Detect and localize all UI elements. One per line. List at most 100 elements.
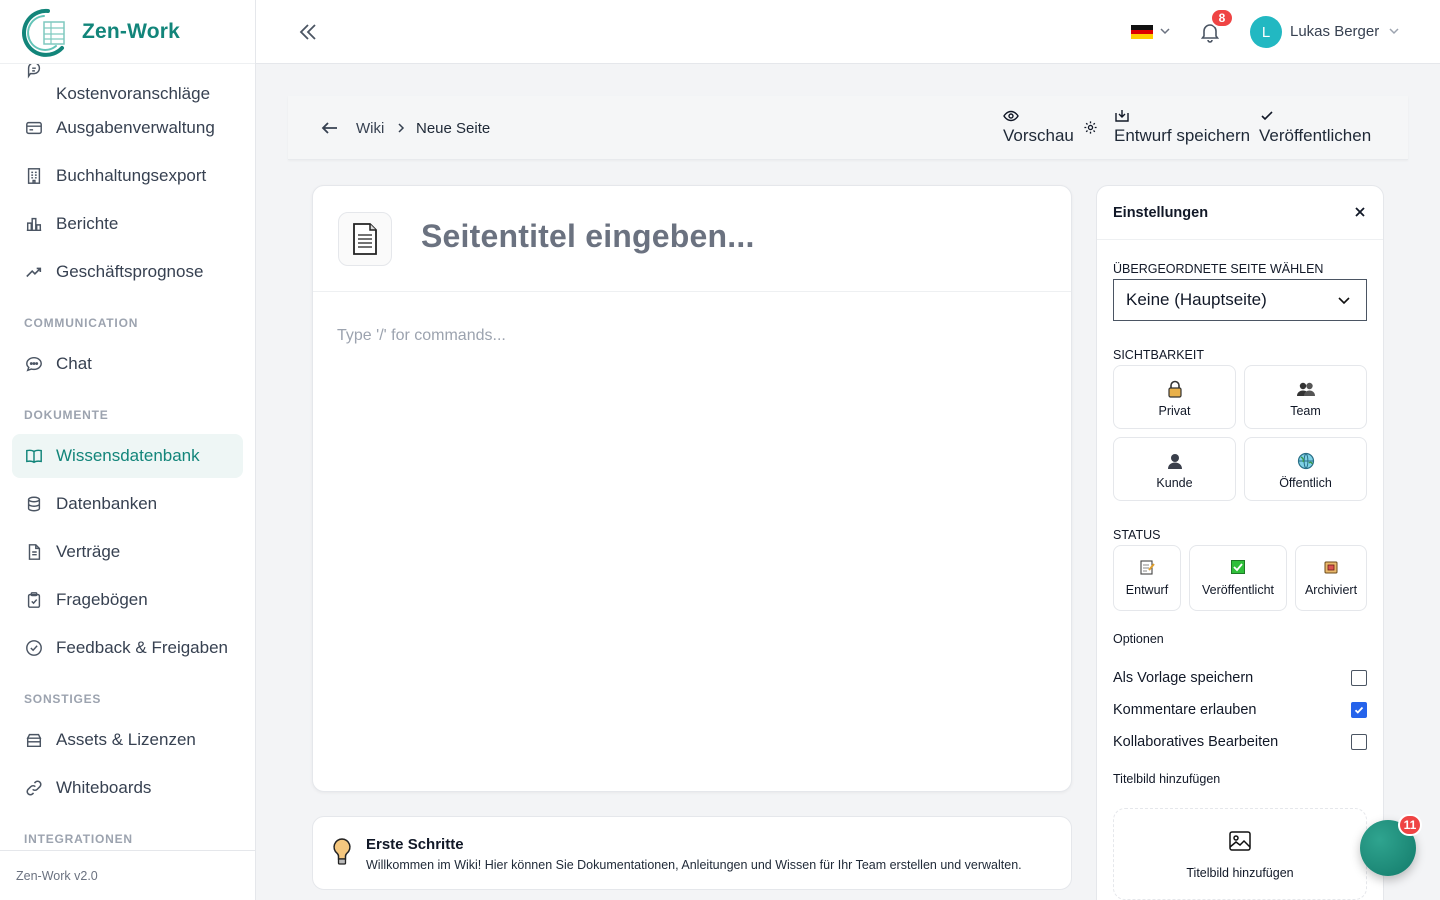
parent-page-select[interactable]: Keine (Hauptseite) bbox=[1113, 279, 1367, 321]
options-label: Optionen bbox=[1113, 632, 1164, 646]
sidebar-item-buchhaltungsexport[interactable]: Buchhaltungsexport bbox=[12, 154, 243, 198]
sidebar-item-label: Datenbanken bbox=[56, 494, 158, 513]
status-published[interactable]: Veröffentlicht bbox=[1189, 545, 1287, 611]
publish-button[interactable]: Veröffentlichen bbox=[1259, 108, 1371, 146]
title-row: Seitentitel eingeben... bbox=[313, 186, 1071, 292]
sidebar-item-assets[interactable]: Assets & Lizenzen bbox=[12, 718, 243, 762]
checkbox[interactable] bbox=[1351, 734, 1367, 750]
check-icon bbox=[1259, 108, 1275, 124]
preview-button[interactable]: Vorschau bbox=[1003, 108, 1074, 146]
avatar[interactable]: L bbox=[1250, 16, 1282, 48]
visibility-label: SICHTBARKEIT bbox=[1113, 348, 1204, 362]
cover-image-label: Titelbild hinzufügen bbox=[1113, 772, 1221, 786]
chat-icon bbox=[24, 354, 44, 374]
sidebar-item-frageboegen[interactable]: Fragebögen bbox=[12, 578, 243, 622]
sidebar-item-kostenvoranschlaege[interactable]: Kostenvoranschläge bbox=[12, 64, 243, 108]
visibility-customer[interactable]: Kunde bbox=[1113, 437, 1236, 501]
credit-card-icon bbox=[24, 118, 44, 138]
cover-image-upload[interactable]: Titelbild hinzufügen bbox=[1113, 808, 1367, 900]
parent-page-label: ÜBERGEORDNETE SEITE WÄHLEN bbox=[1113, 262, 1324, 276]
eye-icon bbox=[1003, 108, 1019, 124]
visibility-public[interactable]: Öffentlich bbox=[1244, 437, 1367, 501]
sidebar-item-whiteboards[interactable]: Whiteboards bbox=[12, 766, 243, 810]
sidebar-item-ausgabenverwaltung[interactable]: Ausgabenverwaltung bbox=[12, 106, 243, 150]
sidebar-item-label: Verträge bbox=[56, 542, 121, 561]
memo-icon bbox=[1139, 559, 1155, 577]
option-allow-comments[interactable]: Kommentare erlauben bbox=[1113, 700, 1367, 720]
user-name[interactable]: Lukas Berger bbox=[1290, 23, 1379, 40]
sidebar-item-label: Buchhaltungsexport bbox=[56, 166, 207, 185]
sidebar-item-label: Geschäftsprognose bbox=[56, 262, 204, 281]
archive-icon bbox=[24, 730, 44, 750]
chevron-right-icon bbox=[394, 121, 408, 140]
sidebar-item-chat[interactable]: Chat bbox=[12, 342, 243, 386]
bar-chart-icon bbox=[24, 214, 44, 234]
option-collaborative-editing[interactable]: Kollaboratives Bearbeiten bbox=[1113, 732, 1367, 752]
back-arrow-icon[interactable] bbox=[320, 118, 340, 143]
close-icon[interactable] bbox=[1353, 205, 1367, 224]
status-archived[interactable]: Archiviert bbox=[1295, 545, 1367, 611]
editor-body[interactable]: Type '/' for commands... bbox=[337, 327, 506, 345]
sidebar-nav: Kostenvoranschläge Ausgabenverwaltung Bu… bbox=[0, 64, 255, 850]
sidebar-item-wissensdatenbank[interactable]: Wissensdatenbank bbox=[12, 434, 243, 478]
sidebar-item-berichte[interactable]: Berichte bbox=[12, 202, 243, 246]
sidebar-item-datenbanken[interactable]: Datenbanken bbox=[12, 482, 243, 526]
book-icon bbox=[24, 446, 44, 466]
customer-icon bbox=[1166, 452, 1184, 470]
settings-title: Einstellungen bbox=[1113, 205, 1209, 221]
gear-icon[interactable] bbox=[1083, 120, 1098, 140]
section-dokumente: DOKUMENTE bbox=[24, 408, 109, 422]
check-box-icon bbox=[1230, 559, 1246, 577]
quote-icon bbox=[24, 64, 44, 80]
sidebar-item-vertraege[interactable]: Verträge bbox=[12, 530, 243, 574]
chevron-down-icon[interactable] bbox=[1387, 24, 1401, 43]
document-icon bbox=[24, 542, 44, 562]
sidebar-item-label: Whiteboards bbox=[56, 778, 152, 797]
sidebar-item-feedback[interactable]: Feedback & Freigaben bbox=[12, 626, 243, 670]
trend-up-icon bbox=[24, 262, 44, 282]
visibility-private[interactable]: Privat bbox=[1113, 365, 1236, 429]
collapse-sidebar-icon[interactable] bbox=[296, 20, 320, 44]
check-circle-icon bbox=[24, 638, 44, 658]
sidebar-item-label: Wissensdatenbank bbox=[56, 446, 200, 465]
page-title-input[interactable]: Seitentitel eingeben... bbox=[421, 218, 755, 255]
sidebar-item-label: Ausgabenverwaltung bbox=[56, 118, 215, 137]
image-icon bbox=[1228, 829, 1252, 856]
app-name: Zen-Work bbox=[82, 19, 181, 43]
sidebar-item-label: Chat bbox=[56, 354, 92, 373]
page-icon-picker[interactable] bbox=[338, 212, 392, 266]
breadcrumb-wiki[interactable]: Wiki bbox=[356, 120, 384, 137]
status-label: STATUS bbox=[1113, 528, 1161, 542]
fab-badge: 11 bbox=[1398, 814, 1422, 836]
sidebar-item-label: Feedback & Freigaben bbox=[56, 638, 228, 657]
globe-icon bbox=[1297, 452, 1315, 470]
status-draft[interactable]: Entwurf bbox=[1113, 545, 1181, 611]
building-icon bbox=[24, 166, 44, 186]
settings-panel: Einstellungen ÜBERGEORDNETE SEITE WÄHLEN… bbox=[1096, 185, 1384, 900]
page-document-icon bbox=[353, 223, 377, 255]
save-icon bbox=[1114, 108, 1130, 124]
lock-icon bbox=[1167, 380, 1183, 398]
getting-started-card: Erste Schritte Willkommen im Wiki! Hier … bbox=[312, 816, 1072, 890]
logo[interactable]: Zen-Work bbox=[0, 0, 255, 64]
sidebar-item-label: Assets & Lizenzen bbox=[56, 730, 196, 749]
section-sonstiges: SONSTIGES bbox=[24, 692, 102, 706]
section-communication: COMMUNICATION bbox=[24, 316, 139, 330]
archive-box-icon bbox=[1323, 559, 1339, 577]
save-draft-button[interactable]: Entwurf speichern bbox=[1114, 108, 1250, 146]
tips-text: Willkommen im Wiki! Hier können Sie Doku… bbox=[366, 858, 1022, 872]
sidebar: Zen-Work Kostenvoranschläge Ausgabenverw… bbox=[0, 0, 256, 900]
database-icon bbox=[24, 494, 44, 514]
german-flag-icon[interactable] bbox=[1131, 25, 1153, 40]
chevron-down-icon[interactable] bbox=[1158, 24, 1172, 43]
settings-header: Einstellungen bbox=[1097, 186, 1383, 240]
link-icon bbox=[24, 778, 44, 798]
checkbox-checked[interactable] bbox=[1351, 702, 1367, 718]
option-save-template[interactable]: Als Vorlage speichern bbox=[1113, 668, 1367, 688]
team-icon bbox=[1296, 380, 1316, 398]
checkbox[interactable] bbox=[1351, 670, 1367, 686]
editor-card: Seitentitel eingeben... Type '/' for com… bbox=[312, 185, 1072, 792]
sidebar-item-geschaeftsprognose[interactable]: Geschäftsprognose bbox=[12, 250, 243, 294]
visibility-team[interactable]: Team bbox=[1244, 365, 1367, 429]
app-version: Zen-Work v2.0 bbox=[0, 850, 255, 900]
